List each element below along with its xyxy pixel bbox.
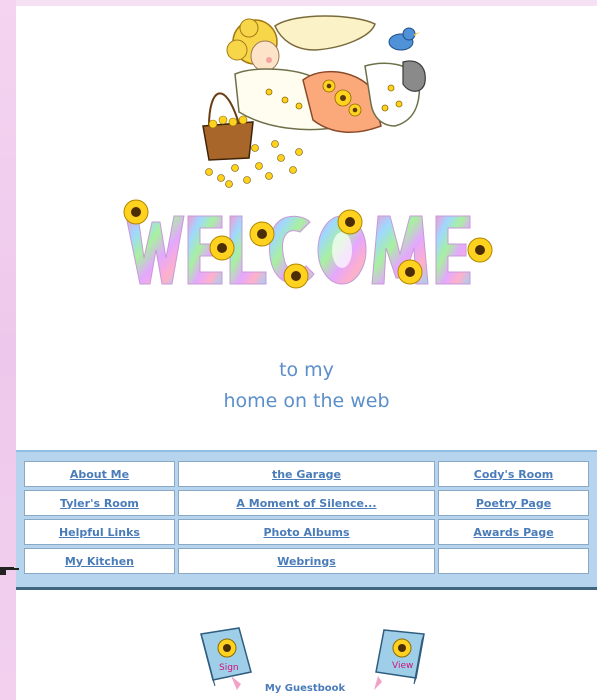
pointing-hand-icon — [0, 567, 19, 575]
nav-link-my-kitchen[interactable]: My Kitchen — [24, 548, 175, 574]
book-view-label: View — [392, 661, 413, 671]
nav-link-webrings[interactable]: Webrings — [177, 548, 436, 574]
nav-link-awards-page[interactable]: Awards Page — [438, 519, 589, 545]
guestbook-link[interactable]: My Guestbook — [250, 683, 360, 694]
nav-link-moment-of-silence[interactable]: A Moment of Silence... — [177, 490, 436, 516]
tagline-line-1: to my — [279, 359, 334, 381]
tagline-line-2: home on the web — [223, 390, 390, 412]
left-border-decoration — [0, 0, 16, 700]
sign-guestbook-icon[interactable]: Sign — [197, 626, 257, 690]
nav-link-the-garage[interactable]: the Garage — [177, 461, 436, 487]
view-guestbook-icon[interactable]: View — [370, 626, 430, 690]
nav-link-poetry-page[interactable]: Poetry Page — [438, 490, 589, 516]
navigation-table: About Me the Garage Cody's Room Tyler's … — [21, 458, 592, 577]
top-border-decoration — [16, 0, 597, 6]
nav-link-codys-room[interactable]: Cody's Room — [438, 461, 589, 487]
nav-link-tylers-room[interactable]: Tyler's Room — [24, 490, 175, 516]
nav-link-about-me[interactable]: About Me — [24, 461, 175, 487]
nav-row: About Me the Garage Cody's Room — [24, 461, 589, 487]
book-sign-label: Sign — [219, 663, 239, 673]
nav-row: Tyler's Room A Moment of Silence... Poet… — [24, 490, 589, 516]
nav-link-photo-albums[interactable]: Photo Albums — [177, 519, 436, 545]
nav-empty-cell — [438, 548, 589, 574]
nav-row: My Kitchen Webrings — [24, 548, 589, 574]
welcome-banner-graphic — [123, 199, 493, 289]
navigation-panel: About Me the Garage Cody's Room Tyler's … — [16, 450, 597, 590]
nav-row: Helpful Links Photo Albums Awards Page — [24, 519, 589, 545]
nav-link-helpful-links[interactable]: Helpful Links — [24, 519, 175, 545]
angel-with-basket-icon — [202, 15, 426, 188]
bluebird-icon — [388, 27, 420, 51]
